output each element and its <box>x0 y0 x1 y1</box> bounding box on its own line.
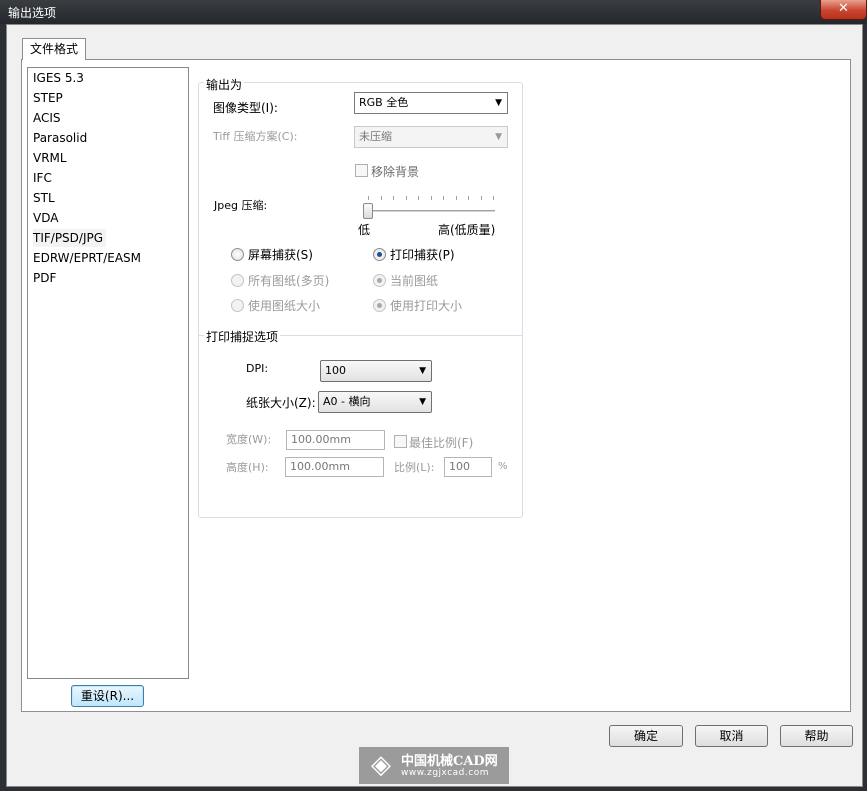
use-print-size-label: 使用打印大小 <box>390 299 463 313</box>
tiff-select[interactable]: 未压缩 ▼ <box>354 126 508 148</box>
slider-tick <box>468 196 469 200</box>
help-button[interactable]: 帮助 <box>780 725 853 747</box>
jpeg-low-label: 低 <box>358 223 371 237</box>
close-button[interactable]: ✕ <box>820 0 867 20</box>
ok-button[interactable]: 确定 <box>609 725 683 747</box>
slider-tick <box>443 196 444 200</box>
screen-capture-radio[interactable] <box>231 248 244 261</box>
logo-icon: ◈ <box>371 750 391 780</box>
percent-label: % <box>498 461 508 472</box>
screen-capture-label: 屏幕捕获(S) <box>248 248 313 262</box>
width-input[interactable]: 100.00mm <box>286 430 385 450</box>
format-item-stl[interactable]: STL <box>33 189 55 207</box>
watermark-name: 中国机械CAD网 <box>401 754 498 769</box>
slider-thumb[interactable] <box>363 203 373 219</box>
format-item-iges[interactable]: IGES 5.3 <box>33 69 84 87</box>
image-type-select[interactable]: RGB 全色 ▼ <box>354 92 508 114</box>
format-item-vda[interactable]: VDA <box>33 209 58 227</box>
watermark: ◈ 中国机械CAD网 www.zgjxcad.com <box>359 747 509 784</box>
chevron-down-icon: ▼ <box>419 366 426 376</box>
format-item-parasolid[interactable]: Parasolid <box>33 129 87 147</box>
scale-input[interactable]: 100 <box>444 457 492 477</box>
title-bar: 输出选项 <box>0 0 867 24</box>
tiff-label: Tiff 压缩方案(C): <box>213 130 298 143</box>
reset-button[interactable]: 重设(R)... <box>71 685 144 707</box>
window-title: 输出选项 <box>8 6 57 20</box>
dpi-select[interactable]: 100 ▼ <box>320 360 432 382</box>
cancel-button[interactable]: 取消 <box>695 725 768 747</box>
chevron-down-icon: ▼ <box>495 132 502 142</box>
jpeg-high-label: 高(低质量) <box>438 223 496 237</box>
dpi-value: 100 <box>325 364 346 377</box>
format-item-step[interactable]: STEP <box>33 89 63 107</box>
print-options-title: 打印捕捉选项 <box>204 328 281 345</box>
remove-background-label: 移除背景 <box>371 165 420 179</box>
current-sheet-radio[interactable] <box>373 274 386 287</box>
format-list[interactable]: IGES 5.3 STEP ACIS Parasolid VRML IFC ST… <box>27 67 189 679</box>
chevron-down-icon: ▼ <box>495 98 502 108</box>
jpeg-compression-label: Jpeg 压缩: <box>214 199 268 212</box>
format-item-ifc[interactable]: IFC <box>33 169 52 187</box>
image-type-label: 图像类型(I): <box>213 101 278 115</box>
slider-tick <box>480 196 482 200</box>
format-item-edrw[interactable]: EDRW/EPRT/EASM <box>33 249 141 267</box>
slider-tick <box>455 196 457 200</box>
slider-tick <box>380 196 382 200</box>
paper-size-value: A0 - 横向 <box>323 395 371 408</box>
tiff-value: 未压缩 <box>359 130 392 143</box>
print-capture-radio[interactable] <box>373 248 386 261</box>
slider-tick <box>405 196 407 200</box>
radio-dot <box>377 303 382 308</box>
slider-tick <box>418 196 419 200</box>
paper-size-select[interactable]: A0 - 横向 ▼ <box>318 391 432 413</box>
current-sheet-label: 当前图纸 <box>390 274 439 288</box>
height-label: 高度(H): <box>226 461 269 474</box>
height-input[interactable]: 100.00mm <box>285 457 384 477</box>
slider-tick <box>368 196 369 200</box>
radio-dot <box>377 278 382 283</box>
slider-track <box>365 210 495 212</box>
radio-dot <box>377 252 382 257</box>
slider-tick <box>493 196 494 200</box>
format-item-tif-psd-jpg[interactable]: TIF/PSD/JPG <box>33 229 107 247</box>
width-label: 宽度(W): <box>226 433 272 446</box>
best-fit-label: 最佳比例(F) <box>409 436 474 450</box>
scale-label: 比例(L): <box>394 461 435 474</box>
image-type-value: RGB 全色 <box>359 96 409 109</box>
print-capture-label: 打印捕获(P) <box>390 248 455 262</box>
paper-size-label: 纸张大小(Z): <box>246 396 316 410</box>
all-sheets-radio[interactable] <box>231 274 244 287</box>
format-item-vrml[interactable]: VRML <box>33 149 67 167</box>
chevron-down-icon: ▼ <box>419 397 426 407</box>
use-sheet-size-radio[interactable] <box>231 299 244 312</box>
format-item-pdf[interactable]: PDF <box>33 269 56 287</box>
best-fit-checkbox[interactable] <box>394 435 407 448</box>
format-item-acis[interactable]: ACIS <box>33 109 61 127</box>
use-print-size-radio[interactable] <box>373 299 386 312</box>
all-sheets-label: 所有图纸(多页) <box>248 274 330 288</box>
output-group-title: 输出为 <box>204 76 245 93</box>
slider-tick <box>430 196 432 200</box>
watermark-url: www.zgjxcad.com <box>401 768 489 778</box>
dpi-label: DPI: <box>246 362 269 375</box>
tab-file-format[interactable]: 文件格式 <box>22 38 86 60</box>
use-sheet-size-label: 使用图纸大小 <box>248 299 321 313</box>
slider-tick <box>393 196 394 200</box>
remove-background-checkbox[interactable] <box>355 164 368 177</box>
